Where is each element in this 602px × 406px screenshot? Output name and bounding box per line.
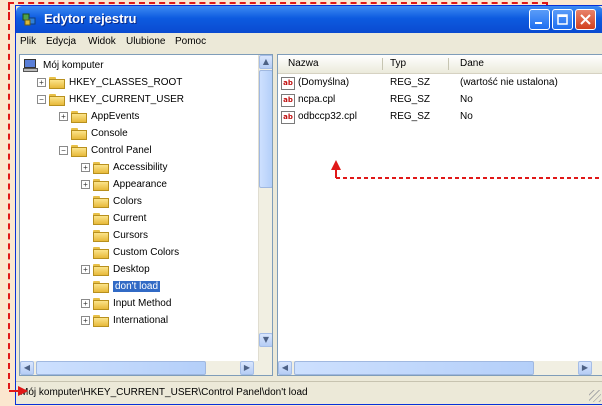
arrowhead-icon — [331, 160, 341, 170]
annotation-overlay — [9, 160, 600, 396]
arrowhead-icon — [18, 386, 28, 396]
